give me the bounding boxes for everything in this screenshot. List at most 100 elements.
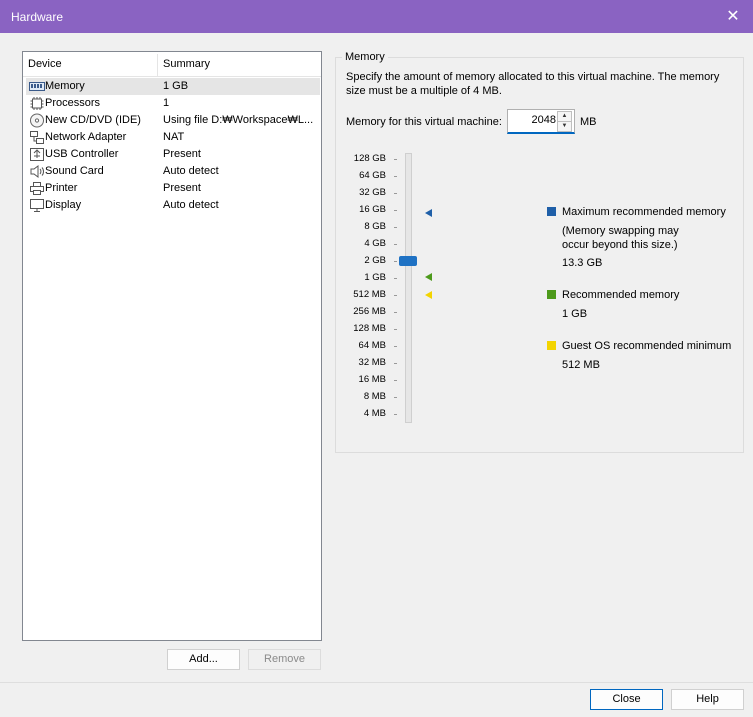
device-summary: Using file D:₩Workspace₩L... (163, 114, 314, 126)
device-name: Processors (45, 97, 101, 109)
memory-unit: MB (580, 116, 597, 128)
minimum-title: Guest OS recommended minimum (562, 340, 732, 352)
scale-tick: 256 MB (353, 306, 386, 317)
processor-icon (30, 97, 44, 110)
scale-tick: 8 GB (364, 221, 386, 232)
device-name: New CD/DVD (IDE) (45, 114, 141, 126)
memory-slider-thumb[interactable] (399, 256, 417, 266)
spin-down-icon[interactable]: ▼ (557, 121, 572, 132)
minimum-swatch (547, 341, 556, 350)
recommended-title: Recommended memory (562, 289, 680, 301)
device-summary: Auto detect (163, 165, 219, 177)
memory-value[interactable]: 2048 (532, 114, 556, 126)
scale-dash (394, 414, 397, 415)
memory-icon (29, 82, 45, 91)
scale-dash (394, 244, 397, 245)
scale-dash (394, 397, 397, 398)
scale-tick: 4 MB (363, 408, 386, 419)
display-icon (30, 199, 44, 212)
device-list[interactable]: Device Summary Memory 1 GB Processors 1 … (22, 51, 322, 641)
scale-dash (394, 261, 397, 262)
window-title: Hardware (11, 10, 64, 24)
speaker-icon (30, 165, 44, 178)
remove-button[interactable]: Remove (248, 649, 321, 670)
scale-dash (394, 159, 397, 160)
memory-group: Memory Specify the amount of memory allo… (335, 51, 744, 453)
column-device[interactable]: Device (28, 58, 62, 70)
device-row-display[interactable]: Display Auto detect (26, 197, 320, 214)
device-row-sound[interactable]: Sound Card Auto detect (26, 163, 320, 180)
memory-description: Specify the amount of memory allocated t… (346, 71, 720, 97)
help-button[interactable]: Help (671, 689, 744, 710)
scale-tick: 16 MB (358, 374, 386, 385)
recommended-value: 1 GB (562, 308, 588, 320)
max-recommended-marker-icon (425, 209, 432, 217)
max-recommended-swatch (547, 207, 556, 216)
scale-dash (394, 210, 397, 211)
column-separator (157, 54, 158, 76)
recommended-swatch (547, 290, 556, 299)
device-summary: 1 GB (163, 80, 189, 92)
device-row-usb[interactable]: USB Controller Present (26, 146, 320, 163)
printer-icon (30, 182, 44, 195)
list-header: Device Summary (23, 52, 321, 77)
device-row-memory[interactable]: Memory 1 GB (26, 78, 320, 95)
minimum-value: 512 MB (562, 359, 600, 371)
memory-slider-track[interactable] (405, 153, 412, 423)
device-name: Display (45, 199, 82, 211)
device-summary: Present (163, 148, 201, 160)
hardware-dialog: Hardware ✕ Device Summary Memory 1 GB Pr… (0, 0, 753, 717)
scale-dash (394, 193, 397, 194)
scale-tick: 32 GB (359, 187, 386, 198)
memory-group-title: Memory (342, 51, 388, 63)
device-name: Printer (45, 182, 78, 194)
memory-field-label: Memory for this virtual machine: (346, 116, 502, 128)
recommended-marker-icon (425, 273, 432, 281)
usb-icon (30, 148, 44, 161)
minimum-marker-icon (425, 291, 432, 299)
device-name: USB Controller (45, 148, 119, 160)
scale-dash (394, 329, 397, 330)
device-name: Network Adapter (45, 131, 127, 143)
scale-tick: 1 GB (364, 272, 386, 283)
scale-dash (394, 346, 397, 347)
title-bar: Hardware ✕ (0, 0, 753, 33)
scale-dash (394, 227, 397, 228)
device-name: Memory (45, 80, 85, 92)
max-recommended-note: (Memory swapping may occur beyond this s… (562, 225, 679, 251)
scale-tick: 512 MB (353, 289, 386, 300)
device-summary: NAT (163, 131, 185, 143)
memory-spinbox[interactable]: 2048 ▲ ▼ (507, 109, 575, 134)
device-row-cd-dvd[interactable]: New CD/DVD (IDE) Using file D:₩Workspace… (26, 112, 320, 129)
scale-dash (394, 312, 397, 313)
scale-dash (394, 278, 397, 279)
scale-tick: 2 GB (364, 255, 386, 266)
device-summary: Present (163, 182, 201, 194)
cd-icon (30, 113, 44, 128)
device-summary: 1 (163, 97, 170, 109)
network-icon (30, 131, 44, 144)
scale-tick: 64 GB (359, 170, 386, 181)
scale-tick: 64 MB (358, 340, 386, 351)
scale-tick: 16 GB (359, 204, 386, 215)
scale-tick: 128 MB (353, 323, 386, 334)
scale-tick: 8 MB (363, 391, 386, 402)
device-row-network[interactable]: Network Adapter NAT (26, 129, 320, 146)
close-button[interactable]: Close (590, 689, 663, 710)
scale-dash (394, 176, 397, 177)
column-summary[interactable]: Summary (163, 58, 210, 70)
device-summary: Auto detect (163, 199, 219, 211)
scale-tick: 4 GB (364, 238, 386, 249)
device-row-printer[interactable]: Printer Present (26, 180, 320, 197)
scale-dash (394, 295, 397, 296)
close-window-icon[interactable]: ✕ (713, 0, 753, 33)
device-name: Sound Card (45, 165, 104, 177)
max-recommended-title: Maximum recommended memory (562, 206, 726, 218)
scale-tick: 128 GB (353, 153, 386, 164)
scale-dash (394, 363, 397, 364)
add-button[interactable]: Add... (167, 649, 240, 670)
scale-tick: 32 MB (358, 357, 386, 368)
device-row-processors[interactable]: Processors 1 (26, 95, 320, 112)
scale-dash (394, 380, 397, 381)
device-panel: Device Summary Memory 1 GB Processors 1 … (11, 39, 334, 682)
